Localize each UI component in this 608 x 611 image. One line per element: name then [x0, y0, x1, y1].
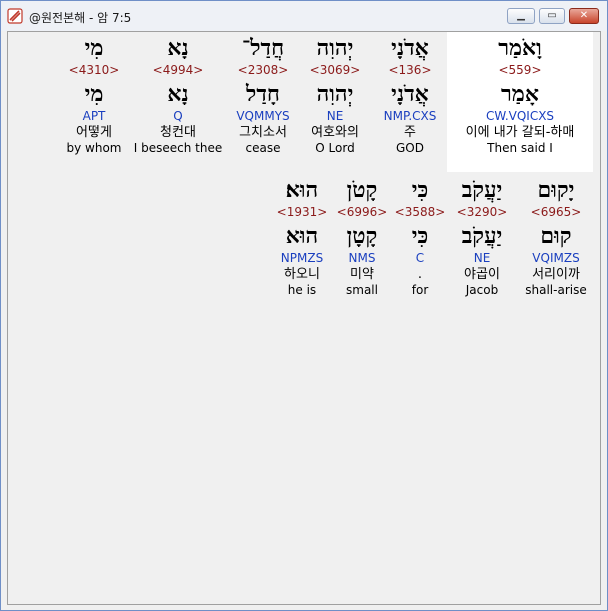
korean-gloss: 미약 [350, 267, 374, 282]
korean-gloss: 이에 내가 갈되-하매 [465, 125, 575, 140]
strong-number[interactable]: <3588> [394, 204, 446, 220]
hebrew-lemma: אֲדֹנָי [391, 81, 429, 107]
word-cell[interactable]: יָקוּם <6965> קוּם VQIMZS 서리이까 shall-ari… [520, 176, 592, 298]
word-cell[interactable]: הוּא׃ <1931> הוּא NPMZS 하오니 he is [274, 176, 330, 298]
hebrew-word: חֲדַל־ [241, 35, 285, 61]
korean-gloss: 청컨대 [160, 125, 196, 140]
korean-gloss: . [417, 267, 423, 282]
close-button[interactable]: ✕ [569, 8, 599, 24]
korean-gloss: 그치소서 [239, 125, 287, 140]
strong-number[interactable]: <2308> [223, 62, 303, 78]
hebrew-lemma: מִי [84, 81, 104, 107]
english-gloss: he is [287, 283, 317, 297]
word-cell[interactable]: קָטֹן <6996> קָטָן NMS 미약 small [334, 176, 390, 298]
hebrew-word: יַעֲקֹב [461, 177, 503, 203]
hebrew-word: וָאֹמַר [498, 35, 542, 61]
english-gloss: cease [245, 141, 281, 155]
strong-number[interactable]: <4994> [130, 62, 226, 78]
word-cell[interactable]: חֲדַל־ <2308> חָדַל VQMMYS 그치소서 cease [223, 34, 303, 156]
hebrew-lemma: הוּא [285, 223, 319, 249]
strong-number[interactable]: <3290> [448, 204, 516, 220]
korean-gloss: 어떻게 [76, 125, 112, 140]
strong-number[interactable]: <1931> [274, 204, 330, 220]
parse-code: NMS [348, 251, 376, 265]
korean-gloss: 여호와의 [311, 125, 359, 140]
hebrew-lemma: אָמַר [501, 81, 539, 107]
hebrew-lemma: יַעֲקֹב [461, 223, 503, 249]
english-gloss: by whom [66, 141, 122, 155]
word-cell[interactable]: וָאֹמַר <559> אָמַר CW.VQICXS 이에 내가 갈되-하… [447, 32, 593, 172]
parse-code: VQMMYS [236, 109, 290, 123]
maximize-icon: ▭ [547, 10, 557, 21]
parse-code: NE [326, 109, 344, 123]
parse-code: APT [82, 109, 106, 123]
parse-code: VQIMZS [532, 251, 580, 265]
parse-code: NMP.CXS [383, 109, 437, 123]
strong-number[interactable]: <136> [368, 62, 452, 78]
english-gloss: O Lord [315, 141, 355, 155]
hebrew-word: נָא [167, 35, 189, 61]
hebrew-lemma: נָא [167, 81, 189, 107]
korean-gloss: 서리이까 [532, 267, 580, 282]
app-window: @원전본해 - 암 7:5 ▁ ▭ ✕ וָאֹמַר <559> אָמַר … [0, 0, 608, 611]
korean-gloss: 주 [404, 125, 416, 140]
strong-number[interactable]: <6965> [520, 204, 592, 220]
word-cell[interactable]: מִי <4310> מִי APT 어떻게 by whom [60, 34, 128, 156]
strong-number[interactable]: <3069> [298, 62, 372, 78]
hebrew-lemma: חָדַל [246, 81, 280, 107]
hebrew-word: מִי [84, 35, 104, 61]
english-gloss: shall-arise [525, 283, 587, 297]
app-icon [7, 8, 23, 24]
title-bar[interactable]: @원전본해 - 암 7:5 ▁ ▭ ✕ [1, 1, 607, 31]
word-cell[interactable]: יַעֲקֹב <3290> יַעֲקֹב NE 야곱이 Jacob [448, 176, 516, 298]
hebrew-lemma: כִּי [411, 223, 429, 249]
parse-code: NPMZS [280, 251, 324, 265]
english-gloss: I beseech thee [133, 141, 223, 155]
hebrew-word: כִּי [411, 177, 429, 203]
close-icon: ✕ [579, 10, 589, 21]
interlinear-panel: וָאֹמַר <559> אָמַר CW.VQICXS 이에 내가 갈되-하… [7, 31, 601, 605]
hebrew-word: יָקוּם [537, 177, 575, 203]
english-gloss: Then said I [487, 141, 553, 155]
korean-gloss: 야곱이 [464, 267, 500, 282]
parse-code: NE [473, 251, 491, 265]
word-cell[interactable]: נָא <4994> נָא Q 청컨대 I beseech thee [130, 34, 226, 156]
hebrew-word: קָטֹן [346, 177, 378, 203]
strong-number[interactable]: <6996> [334, 204, 390, 220]
minimize-icon: ▁ [517, 10, 525, 21]
parse-code: C [415, 251, 425, 265]
word-cell[interactable]: יְהוִה <3069> יְהוִה NE 여호와의 O Lord [298, 34, 372, 156]
hebrew-lemma: יְהוִה [316, 81, 354, 107]
hebrew-lemma: קָטָן [346, 223, 378, 249]
korean-gloss: 하오니 [284, 267, 320, 282]
hebrew-word: הוּא׃ [285, 177, 319, 203]
hebrew-word: יְהוִה [316, 35, 354, 61]
word-cell[interactable]: כִּי <3588> כִּי C . for [394, 176, 446, 298]
english-gloss: small [346, 283, 378, 297]
hebrew-word: אֲדֹנָי [391, 35, 429, 61]
minimize-button[interactable]: ▁ [507, 8, 535, 24]
maximize-button[interactable]: ▭ [539, 8, 565, 24]
parse-code: CW.VQICXS [485, 109, 555, 123]
english-gloss: GOD [396, 141, 424, 155]
parse-code: Q [173, 109, 183, 123]
strong-number[interactable]: <559> [447, 62, 593, 78]
english-gloss: for [411, 283, 429, 297]
hebrew-lemma: קוּם [540, 223, 572, 249]
strong-number[interactable]: <4310> [60, 62, 128, 78]
window-title: @원전본해 - 암 7:5 [29, 11, 132, 25]
word-cell[interactable]: אֲדֹנָי <136> אֲדֹנָי NMP.CXS 주 GOD [368, 34, 452, 156]
english-gloss: Jacob [465, 283, 499, 297]
